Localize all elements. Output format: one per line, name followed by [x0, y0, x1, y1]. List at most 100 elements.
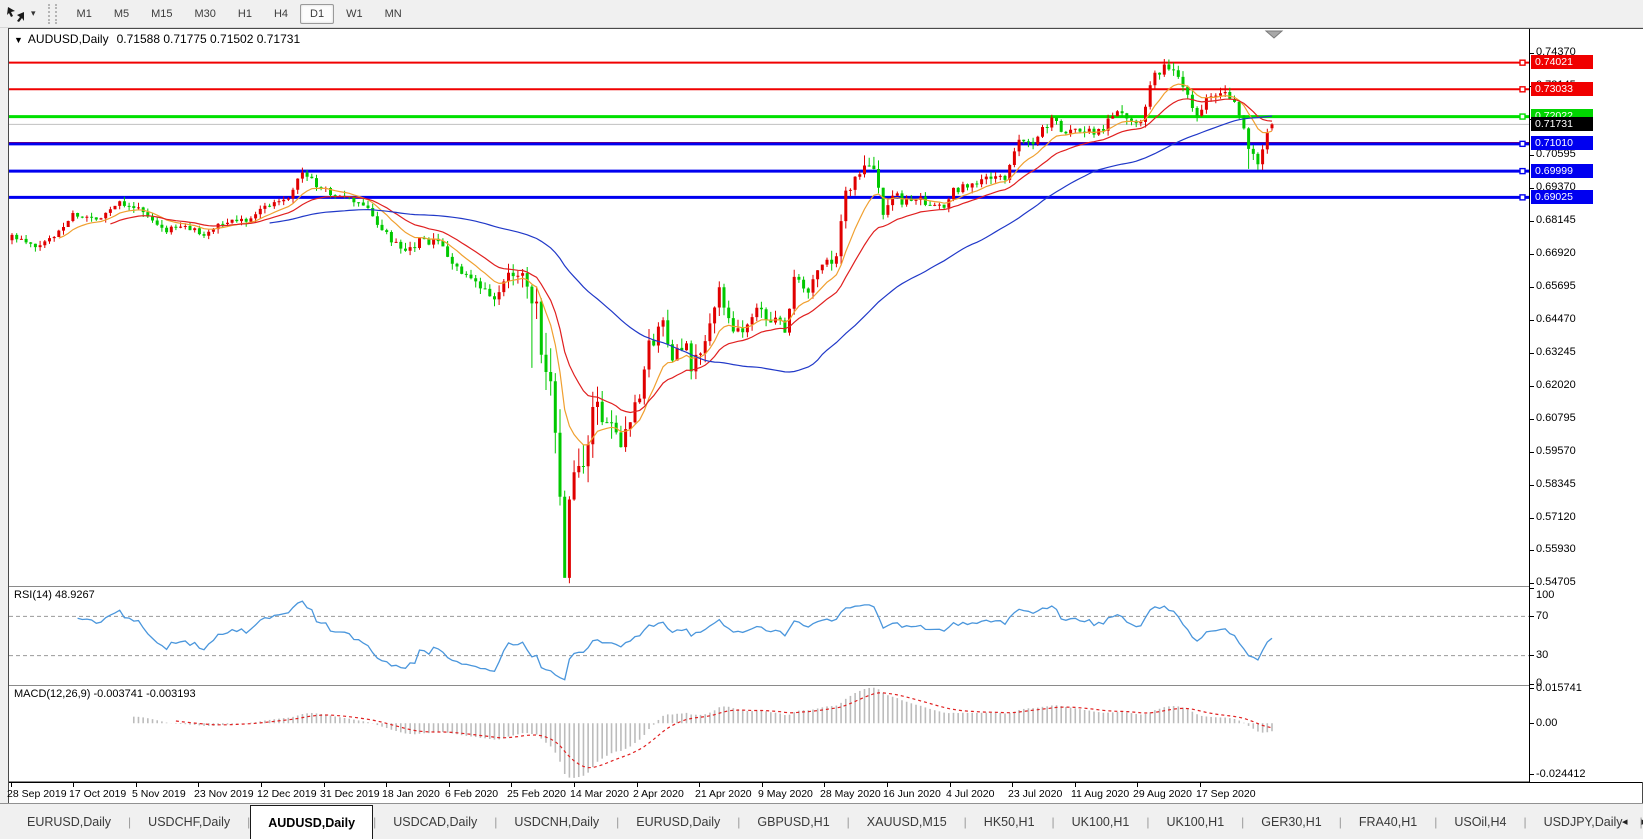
tab-usdchf-daily[interactable]: USDCHF,Daily	[131, 804, 247, 839]
date-tick-mark	[762, 783, 763, 787]
macd-tick-mark	[1530, 688, 1534, 689]
tab-scroll-arrows: ◂ ▸	[1622, 804, 1643, 839]
date-tick-label: 12 Dec 2019	[257, 788, 317, 800]
date-tick-mark	[887, 783, 888, 787]
tab-usdcad-daily[interactable]: USDCAD,Daily	[376, 804, 494, 839]
tab-hk50-h1[interactable]: HK50,H1	[967, 804, 1052, 839]
chart-frame: ▼AUDUSD,Daily0.71588 0.71775 0.71502 0.7…	[8, 28, 1643, 803]
date-tick-mark	[637, 783, 638, 787]
macd-canvas[interactable]	[9, 686, 1529, 781]
price-tick-mark	[1530, 518, 1534, 519]
tab-eurusd-daily[interactable]: EURUSD,Daily	[619, 804, 737, 839]
price-tick-mark	[1530, 320, 1534, 321]
date-tick-mark	[950, 783, 951, 787]
cursor-arrows-icon	[6, 5, 26, 23]
timeframe-button-mn[interactable]: MN	[375, 4, 412, 24]
date-tick-mark	[198, 783, 199, 787]
price-tick-mark	[1530, 419, 1534, 420]
date-tick-label: 9 May 2020	[758, 788, 813, 800]
toolbar-grip-handle[interactable]	[48, 4, 57, 24]
timeframe-button-d1[interactable]: D1	[300, 4, 334, 24]
date-tick-mark	[324, 783, 325, 787]
tab-fra40-h1[interactable]: FRA40,H1	[1342, 804, 1434, 839]
date-tick-mark	[574, 783, 575, 787]
chart-ohlc-values: 0.71588 0.71775 0.71502 0.71731	[117, 32, 301, 46]
tab-scroll-left-icon[interactable]: ◂	[1622, 815, 1628, 828]
date-tick-mark	[699, 783, 700, 787]
timeframe-button-h1[interactable]: H1	[228, 4, 262, 24]
macd-label: MACD(12,26,9) -0.003741 -0.003193	[14, 688, 196, 700]
date-axis[interactable]: 28 Sep 201917 Oct 20195 Nov 201923 Nov 2…	[9, 782, 1642, 803]
timeframe-button-h4[interactable]: H4	[264, 4, 298, 24]
hline-price-label: 0.74021	[1531, 55, 1593, 69]
main-chart-canvas[interactable]	[9, 29, 1529, 586]
tab-audusd-daily[interactable]: AUDUSD,Daily	[250, 805, 373, 839]
tab-usdcnh-daily[interactable]: USDCNH,Daily	[497, 804, 616, 839]
timeframe-button-group: M1M5M15M30H1H4D1W1MN	[63, 0, 416, 27]
price-tick-label: 0.62020	[1536, 379, 1576, 391]
date-tick-label: 25 Feb 2020	[507, 788, 566, 800]
chart-window: ▼AUDUSD,Daily0.71588 0.71775 0.71502 0.7…	[0, 28, 1643, 803]
hline-price-label: 0.71010	[1531, 136, 1593, 150]
price-axis[interactable]: 0.743700.731450.719200.705950.693700.681…	[1529, 29, 1643, 782]
timeframe-button-w1[interactable]: W1	[336, 4, 373, 24]
date-tick-label: 4 Jul 2020	[946, 788, 994, 800]
cursor-tool-group[interactable]: ▾	[0, 0, 44, 27]
tab-xauusd-m15[interactable]: XAUUSD,M15	[850, 804, 964, 839]
date-tick-mark	[386, 783, 387, 787]
macd-tick-label: 0.015741	[1536, 682, 1582, 694]
price-tick-label: 0.64470	[1536, 313, 1576, 325]
cursor-tool-caret-icon[interactable]: ▾	[26, 8, 41, 19]
macd-panel[interactable]: MACD(12,26,9) -0.003741 -0.003193	[9, 686, 1529, 781]
price-tick-label: 0.60795	[1536, 412, 1576, 424]
date-tick-label: 31 Dec 2019	[320, 788, 380, 800]
date-tick-label: 21 Apr 2020	[695, 788, 752, 800]
rsi-tick-label: 30	[1536, 649, 1548, 661]
rsi-panel[interactable]: RSI(14) 48.9267	[9, 587, 1529, 685]
rsi-tick-label: 70	[1536, 610, 1548, 622]
tab-uk100-h1[interactable]: UK100,H1	[1055, 804, 1147, 839]
collapse-icon[interactable]: ▼	[14, 35, 23, 45]
price-tick-mark	[1530, 353, 1534, 354]
macd-tick-label: 0.00	[1536, 717, 1557, 729]
date-tick-label: 18 Jan 2020	[382, 788, 440, 800]
date-tick-mark	[1012, 783, 1013, 787]
tab-eurusd-daily[interactable]: EURUSD,Daily	[10, 804, 128, 839]
price-tick-mark	[1530, 221, 1534, 222]
tab-gbpusd-h1[interactable]: GBPUSD,H1	[740, 804, 846, 839]
macd-tick-mark	[1530, 723, 1534, 724]
price-tick-mark	[1530, 155, 1534, 156]
price-tick-mark	[1530, 386, 1534, 387]
timeframe-button-m15[interactable]: M15	[141, 4, 182, 24]
date-tick-label: 11 Aug 2020	[1071, 788, 1129, 800]
date-tick-label: 5 Nov 2019	[132, 788, 186, 800]
price-tick-mark	[1530, 583, 1534, 584]
date-tick-label: 2 Apr 2020	[633, 788, 684, 800]
date-tick-mark	[73, 783, 74, 787]
price-tick-label: 0.63245	[1536, 346, 1576, 358]
price-tick-label: 0.57120	[1536, 511, 1576, 523]
price-tick-mark	[1530, 485, 1534, 486]
timeframe-button-m30[interactable]: M30	[185, 4, 226, 24]
main-price-panel[interactable]: ▼AUDUSD,Daily0.71588 0.71775 0.71502 0.7…	[9, 29, 1529, 586]
date-tick-label: 17 Oct 2019	[69, 788, 126, 800]
tab-usoil-h4[interactable]: USOil,H4	[1437, 804, 1523, 839]
date-tick-mark	[511, 783, 512, 787]
chart-title: ▼AUDUSD,Daily0.71588 0.71775 0.71502 0.7…	[14, 32, 300, 46]
rsi-tick-mark	[1530, 684, 1534, 685]
macd-tick-label: -0.024412	[1536, 768, 1586, 780]
tab-ger30-h1[interactable]: GER30,H1	[1244, 804, 1338, 839]
date-tick-mark	[11, 783, 12, 787]
timeframe-button-m5[interactable]: M5	[104, 4, 139, 24]
macd-tick-mark	[1530, 774, 1534, 775]
timeframe-button-m1[interactable]: M1	[67, 4, 102, 24]
price-tick-label: 0.59570	[1536, 445, 1576, 457]
price-tick-mark	[1530, 287, 1534, 288]
date-tick-label: 23 Jul 2020	[1008, 788, 1062, 800]
price-tick-label: 0.58345	[1536, 478, 1576, 490]
tab-uk100-h1[interactable]: UK100,H1	[1149, 804, 1241, 839]
date-tick-mark	[1137, 783, 1138, 787]
date-tick-label: 28 Sep 2019	[7, 788, 67, 800]
price-tick-label: 0.68145	[1536, 214, 1576, 226]
rsi-canvas[interactable]	[9, 587, 1529, 685]
